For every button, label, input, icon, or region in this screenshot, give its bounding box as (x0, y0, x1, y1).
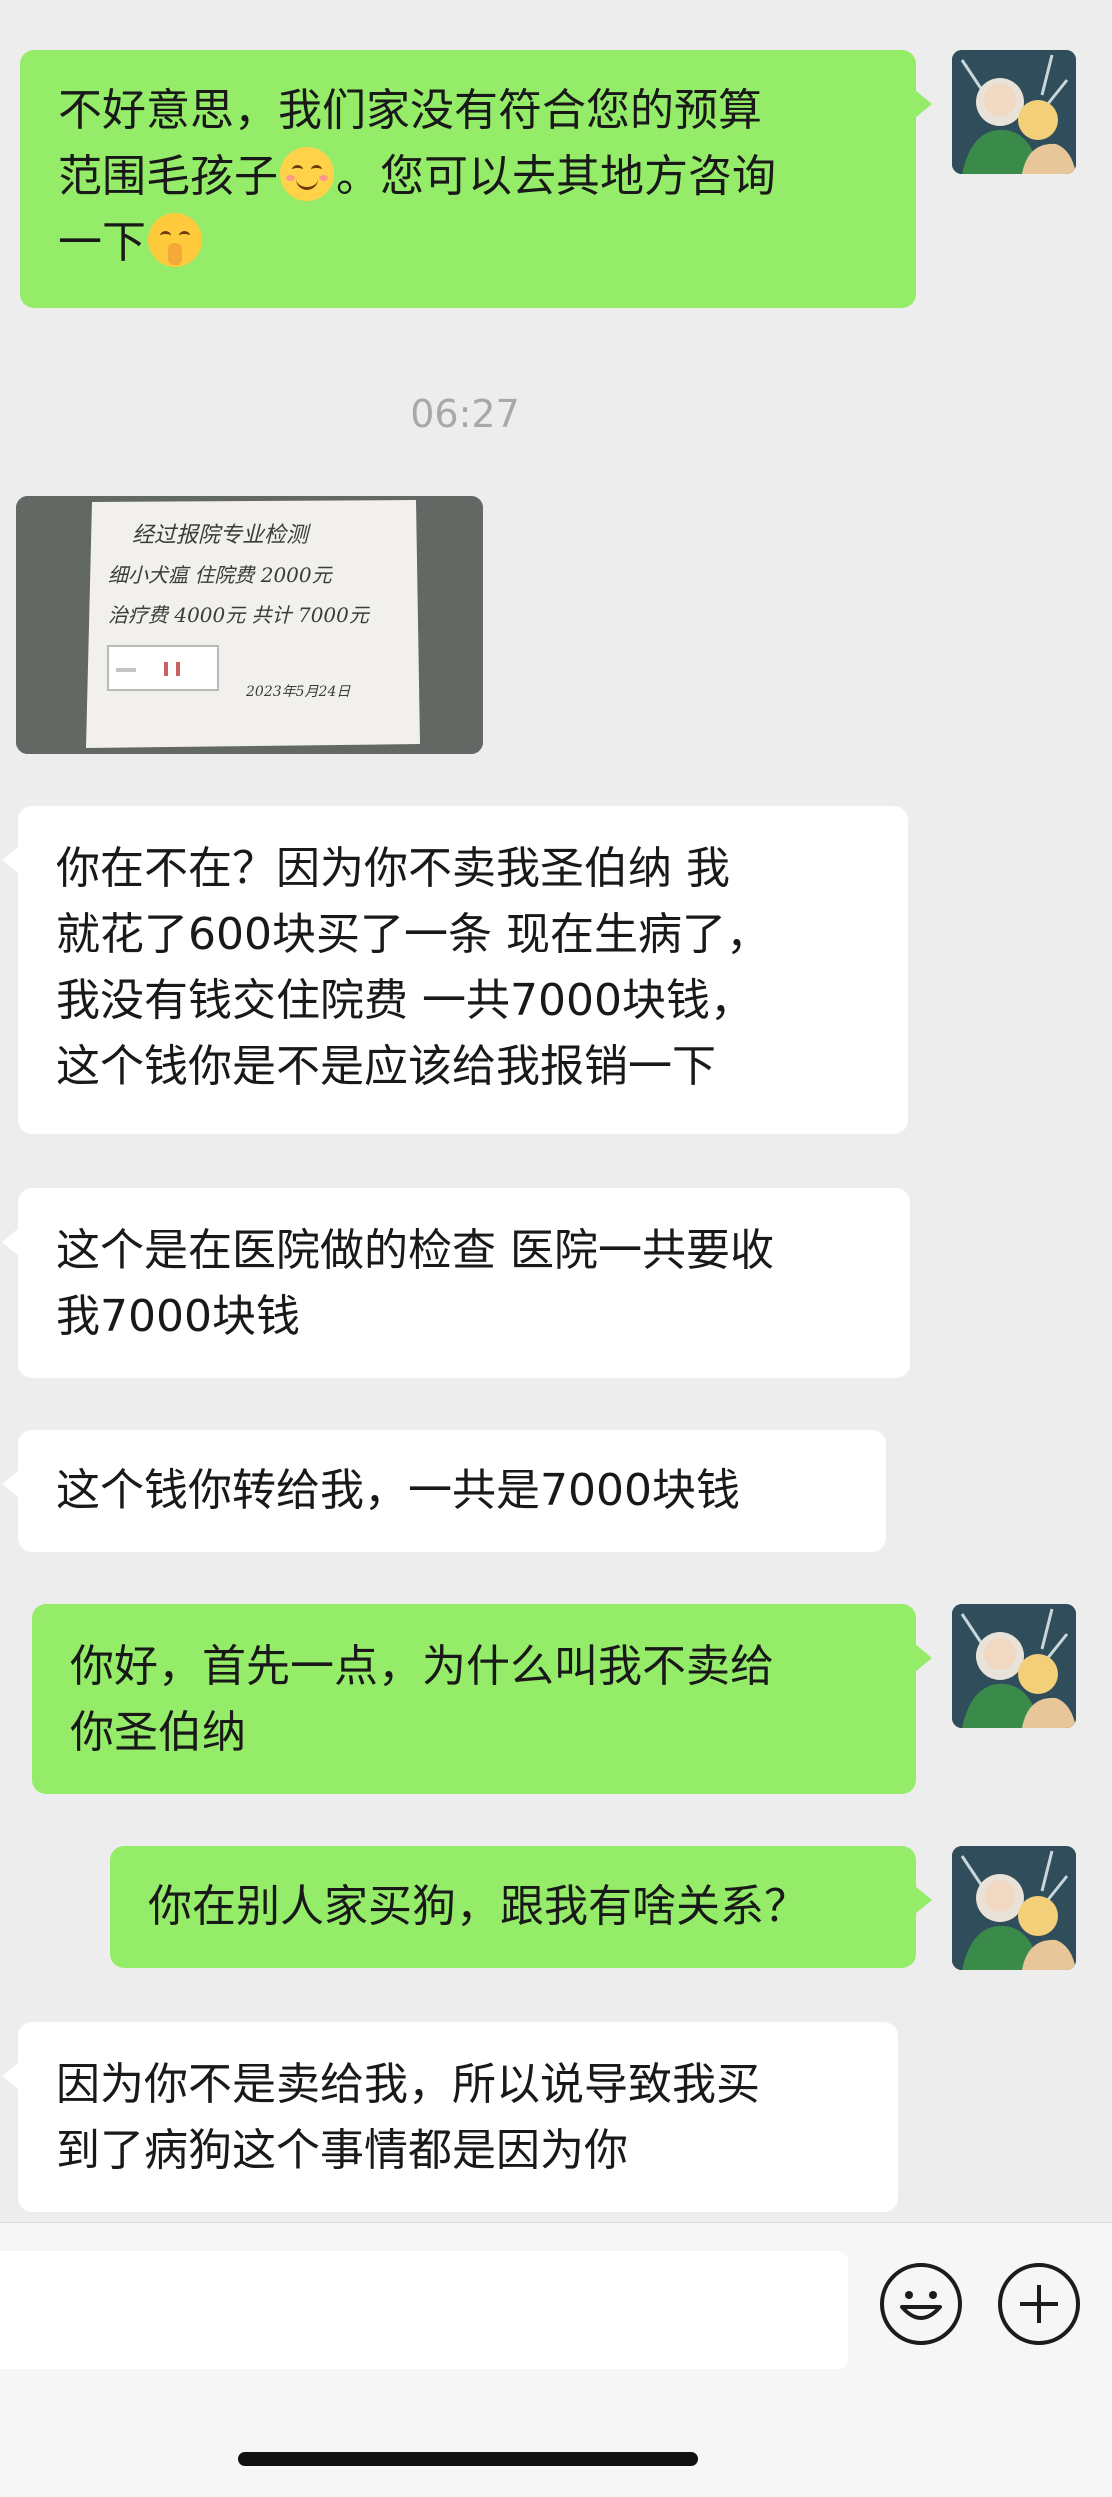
avatar-icon[interactable] (952, 1604, 1076, 1728)
message-text: 我没有钱交住院费 一共7000块钱， (56, 975, 754, 1026)
message-bubble-sent[interactable]: 不好意思，我们家没有符合您的预算 范围毛孩子 。您可以去其地方咨询 一下 (20, 50, 932, 308)
message-text: 这个钱你转给我，一共是7000块钱 (56, 1465, 740, 1516)
image-message[interactable]: 经过报院专业检测 细小犬瘟 住院费 2000元 治疗费 4000元 共计 700… (16, 496, 483, 754)
shushing-face-emoji (148, 213, 202, 267)
message-bubble-received[interactable]: 你在不在？因为你不卖我圣伯纳 我 就花了600块买了一条 现在生病了， 我没有钱… (2, 806, 908, 1134)
message-bubble-sent[interactable]: 你好，首先一点，为什么叫我不卖给 你圣伯纳 (32, 1604, 932, 1794)
emoji-icon[interactable] (880, 2263, 962, 2345)
message-text: 范围毛孩子 (58, 151, 278, 202)
message-text: 因为你不是卖给我，所以说导致我买 (56, 2059, 760, 2110)
message-text: 到了病狗这个事情都是因为你 (56, 2125, 628, 2176)
photo-note-line: 细小犬瘟 住院费 2000元 (108, 563, 334, 587)
message-text: 一下 (58, 217, 146, 268)
message-bubble-received[interactable]: 这个是在医院做的检查 医院一共要收 我7000块钱 (2, 1188, 910, 1378)
smiling-face-emoji (280, 147, 334, 201)
message-bubble-received[interactable]: 因为你不是卖给我，所以说导致我买 到了病狗这个事情都是因为你 (2, 2022, 898, 2212)
plus-icon[interactable] (998, 2263, 1080, 2345)
message-text: 就花了600块买了一条 现在生病了， (56, 909, 770, 960)
message-text: 你在不在？因为你不卖我圣伯纳 我 (56, 843, 730, 894)
message-text: 你在别人家买狗，跟我有啥关系？ (148, 1881, 808, 1932)
chat-timestamp: 06:27 (410, 392, 520, 436)
message-text: 你好，首先一点，为什么叫我不卖给 (70, 1641, 774, 1692)
message-text: 这个是在医院做的检查 医院一共要收 (56, 1225, 774, 1276)
photo-note-line: 2023年5月24日 (245, 684, 351, 700)
message-input[interactable] (0, 2251, 848, 2369)
avatar-icon[interactable] (952, 50, 1076, 174)
avatar-icon[interactable] (952, 1846, 1076, 1970)
message-text: 不好意思，我们家没有符合您的预算 (58, 85, 762, 136)
message-text: 我7000块钱 (56, 1291, 300, 1342)
home-indicator[interactable] (238, 2452, 698, 2466)
message-text: 。您可以去其地方咨询 (336, 151, 776, 202)
message-bubble-sent[interactable]: 你在别人家买狗，跟我有啥关系？ (110, 1846, 932, 1968)
photo-note-line: 经过报院专业检测 (132, 523, 311, 548)
chat-message-list[interactable]: 不好意思，我们家没有符合您的预算 范围毛孩子 。您可以去其地方咨询 一下 06:2… (0, 0, 1112, 2222)
message-bubble-received[interactable]: 这个钱你转给我，一共是7000块钱 (2, 1430, 886, 1552)
message-line: 范围毛孩子 。您可以去其地方咨询 (58, 144, 878, 210)
photo-note-line: 治疗费 4000元 共计 7000元 (108, 603, 371, 627)
message-line: 一下 (58, 210, 878, 276)
message-text: 这个钱你是不是应该给我报销一下 (56, 1041, 716, 1092)
message-text: 你圣伯纳 (70, 1707, 246, 1758)
